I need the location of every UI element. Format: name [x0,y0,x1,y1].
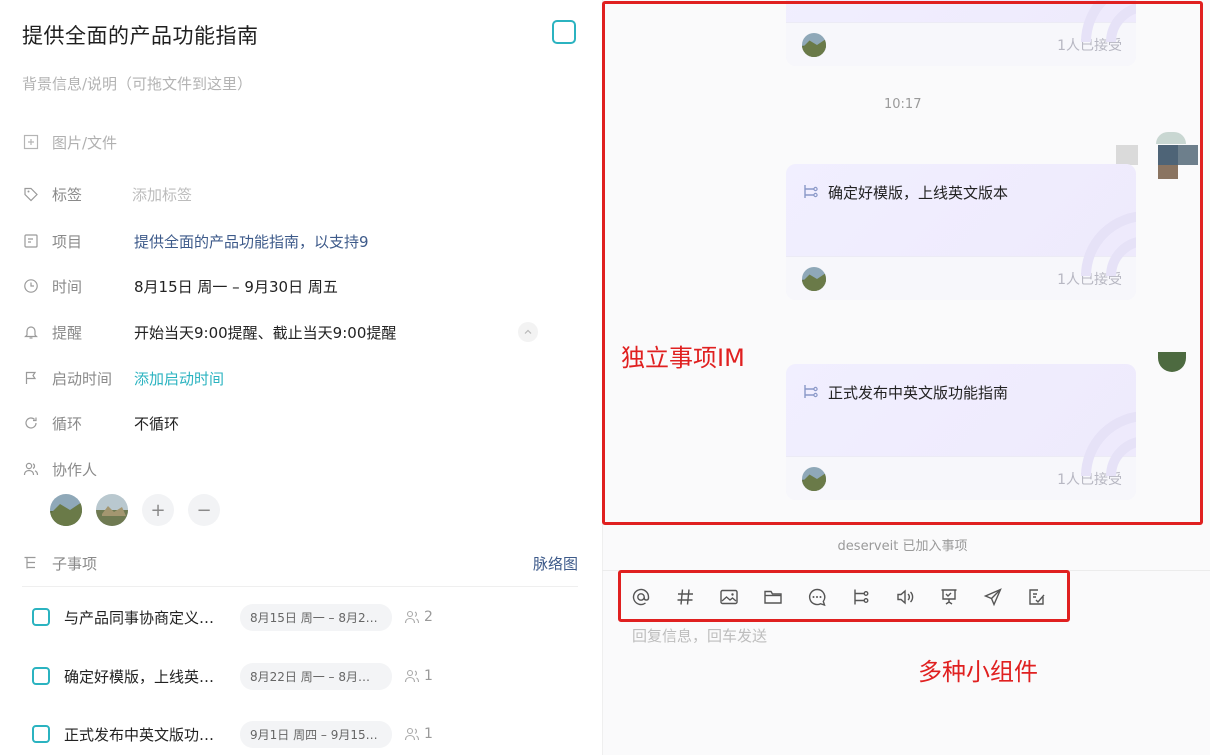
subtask-assignee-count: 1 [404,668,433,684]
reminder-row[interactable]: 提醒 开始当天9:00提醒、截止当天9:00提醒 [22,320,396,344]
collaborator-avatars: + − [50,494,220,526]
graph-view-link[interactable]: 脉络图 [533,553,578,574]
count-value: 1 [424,668,433,684]
collaborators-row: 协作人 [22,457,134,481]
tree-icon [22,554,40,572]
project-link[interactable]: 提供全面的产品功能指南，以支持9 [134,231,369,252]
folder-icon [22,232,40,250]
subtask-date[interactable]: 8月22日 周一 – 8月… [240,662,392,690]
avatar[interactable] [96,494,128,526]
time-row[interactable]: 时间 8月15日 周一 – 9月30日 周五 [22,274,338,298]
users-icon [404,669,420,683]
count-value: 2 [424,609,433,625]
im-annotation-label: 独立事项IM [621,344,745,372]
project-label: 项目 [52,232,83,251]
flag-icon [22,369,40,387]
reminder-value[interactable]: 开始当天9:00提醒、截止当天9:00提醒 [134,322,396,343]
tag-icon [22,185,40,203]
subtask-item[interactable]: 正式发布中英文版功… 9月1日 周四 – 9月15… 1 [32,719,433,749]
repeat-row[interactable]: 循环 不循环 [22,411,179,435]
plus-icon: + [150,499,166,521]
count-value: 1 [424,726,433,742]
start-time-row[interactable]: 启动时间 添加启动时间 [22,366,224,390]
subtasks-header: 子事项 脉络图 [22,551,578,575]
tag-row[interactable]: 标签 添加标签 [22,182,192,206]
subtask-assignee-count: 1 [404,726,433,742]
subtask-assignee-count: 2 [404,609,433,625]
subtask-item[interactable]: 与产品同事协商定义… 8月15日 周一 – 8月2… 2 [32,602,433,632]
attachment-row[interactable]: 图片/文件 [22,130,117,154]
add-start-time-link[interactable]: 添加启动时间 [134,368,224,389]
clock-icon [22,277,40,295]
project-row[interactable]: 项目 提供全面的产品功能指南，以支持9 [22,229,369,253]
collaborators-label: 协作人 [52,460,98,479]
users-icon [404,610,420,624]
plus-square-icon [22,133,40,151]
chevron-up-icon[interactable] [518,322,538,342]
reminder-label: 提醒 [52,323,83,342]
minus-icon: − [196,499,212,521]
users-icon [22,460,40,478]
complete-checkbox[interactable] [552,20,576,44]
refresh-icon [22,414,40,432]
widgets-annotation-label: 多种小组件 [918,658,1038,686]
repeat-value[interactable]: 不循环 [134,413,179,434]
im-annotation-box [602,1,1203,525]
subtask-checkbox[interactable] [32,608,50,626]
description-field[interactable]: 背景信息/说明（可拖文件到这里） [22,73,252,94]
subtasks-label: 子事项 [52,554,98,573]
task-title[interactable]: 提供全面的产品功能指南 [22,20,259,50]
subtask-name[interactable]: 确定好模版，上线英… [64,666,240,687]
subtask-item[interactable]: 确定好模版，上线英… 8月22日 周一 – 8月… 1 [32,661,433,691]
users-icon [404,727,420,741]
system-notice: deserveit 已加入事项 [837,539,968,554]
tag-label: 标签 [52,185,83,204]
remove-collaborator-button[interactable]: − [188,494,220,526]
divider [22,586,578,587]
subtask-date[interactable]: 8月15日 周一 – 8月2… [240,603,392,631]
time-value[interactable]: 8月15日 周一 – 9月30日 周五 [134,276,338,297]
add-collaborator-button[interactable]: + [142,494,174,526]
add-tag-input[interactable]: 添加标签 [132,184,192,205]
task-detail-panel: 提供全面的产品功能指南 背景信息/说明（可拖文件到这里） 图片/文件 标签 添加… [0,0,600,755]
bell-icon [22,323,40,341]
avatar[interactable] [50,494,82,526]
widgets-annotation-box [618,570,1070,622]
reply-input[interactable]: 回复信息，回车发送 [632,625,767,646]
subtask-checkbox[interactable] [32,725,50,743]
subtask-checkbox[interactable] [32,667,50,685]
repeat-label: 循环 [52,414,83,433]
time-label: 时间 [52,277,83,296]
attachment-label: 图片/文件 [52,133,118,152]
start-time-label: 启动时间 [52,369,113,388]
subtask-name[interactable]: 与产品同事协商定义… [64,607,240,628]
subtask-date[interactable]: 9月1日 周四 – 9月15… [240,720,392,748]
subtask-name[interactable]: 正式发布中英文版功… [64,724,240,745]
